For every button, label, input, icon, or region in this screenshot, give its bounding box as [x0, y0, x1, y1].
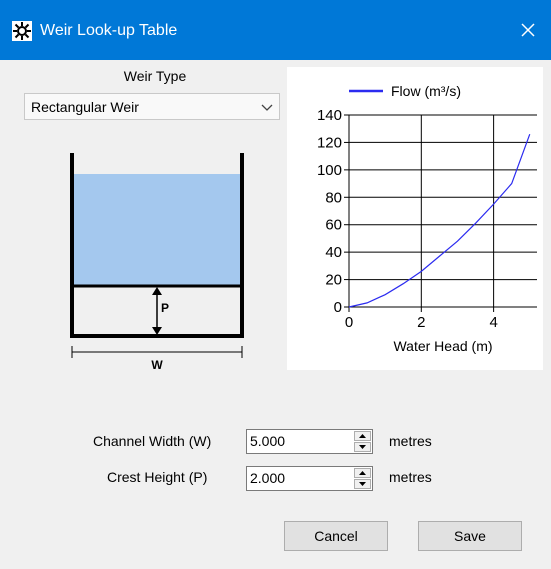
w-dimension-line: [71, 346, 243, 358]
p-label: P: [161, 301, 169, 315]
channel-width-increment-button[interactable]: [354, 431, 371, 441]
x-tick-label: 0: [345, 314, 353, 331]
arrow-down-icon: [359, 482, 366, 486]
channel-width-input[interactable]: 5.000: [246, 429, 373, 454]
y-tick-label: 80: [325, 189, 342, 206]
crest-height-unit: metres: [389, 469, 432, 485]
weir-type-label: Weir Type: [123, 68, 187, 84]
y-tick-label: 140: [317, 107, 342, 124]
y-tick-label: 20: [325, 272, 342, 289]
flow-series-line: [348, 133, 531, 308]
arrow-up-icon: [359, 471, 366, 475]
water-fill: [73, 174, 241, 286]
crest-height-input[interactable]: 2.000: [246, 466, 373, 491]
y-tick-label: 100: [317, 162, 342, 179]
channel-width-value: 5.000: [250, 433, 286, 449]
weir-diagram: P W: [70, 153, 244, 372]
title-bar: Weir Look-up Table: [0, 0, 551, 60]
channel-width-spinner: [354, 431, 371, 452]
crest-height-label: Crest Height (P): [107, 469, 208, 485]
y-tick-label: 60: [325, 217, 342, 234]
x-tick-label: 4: [489, 314, 497, 331]
w-label: W: [151, 358, 163, 372]
y-tick-label: 40: [325, 244, 342, 261]
save-button[interactable]: Save: [418, 521, 522, 551]
crest-height-increment-button[interactable]: [354, 468, 371, 478]
x-axis-label: Water Head (m): [393, 338, 492, 354]
channel-width-unit: metres: [389, 433, 432, 449]
close-icon: [521, 23, 535, 37]
weir-type-selected: Rectangular Weir: [31, 99, 139, 115]
y-tick-label: 120: [317, 134, 342, 151]
arrow-down-icon: [359, 445, 366, 449]
cancel-button[interactable]: Cancel: [284, 521, 388, 551]
window-title: Weir Look-up Table: [40, 22, 178, 39]
gear-icon: [12, 21, 32, 41]
x-tick-label: 2: [417, 314, 425, 331]
channel-width-decrement-button[interactable]: [354, 442, 371, 452]
crest-height-spinner: [354, 468, 371, 489]
channel-width-label: Channel Width (W): [93, 433, 212, 449]
flow-chart: 0 20 40 60 80 100 120 140 0 2 4 Water Head (m) Flow …: [287, 67, 543, 370]
arrow-up-icon: [359, 434, 366, 438]
crest-height-decrement-button[interactable]: [354, 479, 371, 489]
legend-label: Flow (m³/s): [391, 83, 461, 99]
weir-lookup-dialog: Weir Look-up Table Weir Type Rectangular…: [0, 0, 551, 569]
weir-type-dropdown[interactable]: Rectangular Weir: [24, 93, 280, 120]
y-tick-label: 0: [334, 299, 342, 316]
chevron-down-icon: [261, 104, 273, 111]
close-button[interactable]: [505, 12, 551, 48]
crest-height-value: 2.000: [250, 470, 286, 486]
